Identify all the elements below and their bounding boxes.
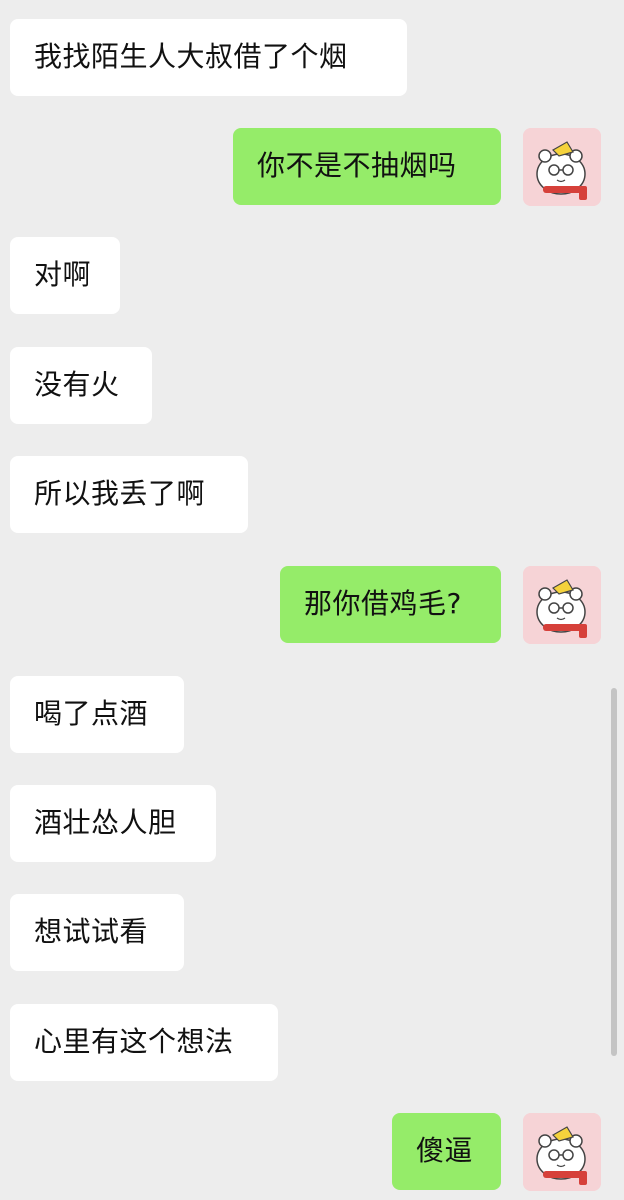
message-bubble-incoming[interactable]: 没有火 <box>10 347 152 424</box>
message-bubble-incoming[interactable]: 我找陌生人大叔借了个烟 <box>10 19 407 96</box>
scrollbar[interactable] <box>611 688 617 1056</box>
message-bubble-outgoing[interactable]: 你不是不抽烟吗 <box>233 128 501 205</box>
cartoon-bear-avatar-icon <box>523 566 601 644</box>
message-bubble-outgoing[interactable]: 那你借鸡毛? <box>280 566 501 643</box>
message-bubble-incoming[interactable]: 酒壮怂人胆 <box>10 785 216 862</box>
avatar[interactable] <box>523 128 601 206</box>
message-bubble-incoming[interactable]: 心里有这个想法 <box>10 1004 278 1081</box>
avatar[interactable] <box>523 566 601 644</box>
message-bubble-outgoing[interactable]: 傻逼 <box>392 1113 501 1190</box>
message-bubble-incoming[interactable]: 所以我丢了啊 <box>10 456 248 533</box>
message-bubble-incoming[interactable]: 对啊 <box>10 237 120 314</box>
avatar[interactable] <box>523 1113 601 1191</box>
message-bubble-incoming[interactable]: 想试试看 <box>10 894 184 971</box>
message-bubble-incoming[interactable]: 喝了点酒 <box>10 676 184 753</box>
cartoon-bear-avatar-icon <box>523 1113 601 1191</box>
cartoon-bear-avatar-icon <box>523 128 601 206</box>
